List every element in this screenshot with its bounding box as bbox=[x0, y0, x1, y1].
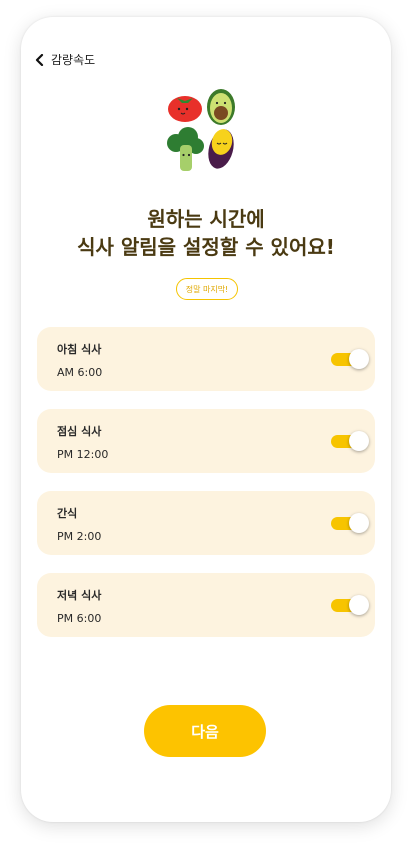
meal-card-dinner: 저녁 식사 PM 6:00 bbox=[37, 573, 375, 637]
lunch-alarm-toggle[interactable] bbox=[331, 431, 369, 451]
phone-screen: 감량속도 원하는 시간에 식사 알림을 설정할 수 있어요! 정말 마지막! 아… bbox=[21, 17, 391, 822]
meal-name: 점심 식사 bbox=[57, 425, 102, 438]
meal-name: 저녁 식사 bbox=[57, 589, 102, 602]
headline-line-1: 원하는 시간에 bbox=[147, 207, 265, 231]
meal-time[interactable]: AM 6:00 bbox=[57, 366, 102, 379]
dinner-alarm-toggle[interactable] bbox=[331, 595, 369, 615]
meal-card-snack: 간식 PM 2:00 bbox=[37, 491, 375, 555]
next-button[interactable]: 다음 bbox=[144, 705, 266, 757]
meal-name: 간식 bbox=[57, 507, 78, 520]
chevron-left-icon[interactable] bbox=[35, 53, 45, 66]
toggle-knob bbox=[349, 595, 369, 615]
meal-time[interactable]: PM 12:00 bbox=[57, 448, 108, 461]
meal-card-breakfast: 아침 식사 AM 6:00 bbox=[37, 327, 375, 391]
last-step-badge: 정말 마지막! bbox=[176, 278, 238, 300]
meal-time[interactable]: PM 6:00 bbox=[57, 612, 101, 625]
vegetable-characters-illustration bbox=[164, 87, 240, 175]
breakfast-alarm-toggle[interactable] bbox=[331, 349, 369, 369]
toggle-knob bbox=[349, 349, 369, 369]
meal-name: 아침 식사 bbox=[57, 343, 102, 356]
meal-card-lunch: 점심 식사 PM 12:00 bbox=[37, 409, 375, 473]
meal-time[interactable]: PM 2:00 bbox=[57, 530, 101, 543]
toggle-knob bbox=[349, 513, 369, 533]
header-title: 감량속도 bbox=[51, 53, 96, 67]
toggle-knob bbox=[349, 431, 369, 451]
headline-line-2: 식사 알림을 설정할 수 있어요! bbox=[77, 235, 335, 259]
snack-alarm-toggle[interactable] bbox=[331, 513, 369, 533]
back-navigation[interactable]: 감량속도 bbox=[35, 51, 95, 68]
